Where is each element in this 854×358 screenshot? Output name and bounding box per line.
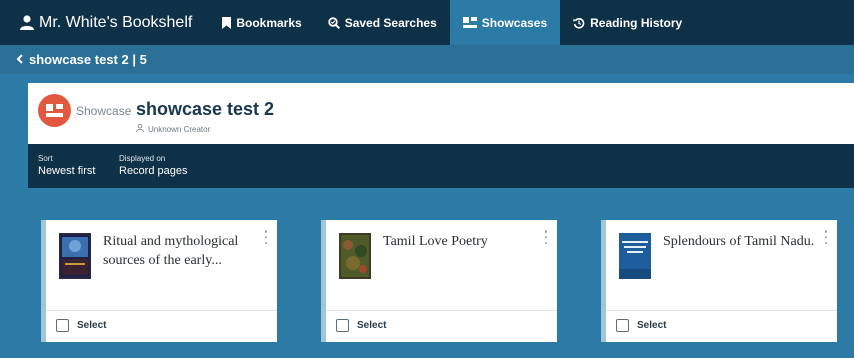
showcases-icon	[462, 17, 477, 28]
select-label: Select	[77, 320, 107, 331]
sort-value: Newest first	[38, 165, 96, 177]
page-title: showcase test 2	[136, 99, 275, 119]
select-control[interactable]: Select	[616, 319, 666, 332]
nav-saved-searches[interactable]: Saved Searches	[315, 0, 450, 45]
more-options-icon[interactable]	[544, 230, 548, 244]
card-title[interactable]: Splendours of Tamil Nadu.	[663, 232, 823, 251]
showcase-header: Showcase showcase test 2 Unknown Creator	[28, 83, 854, 144]
top-nav: Mr. White's Bookshelf Bookmarks Saved Se…	[0, 0, 854, 45]
card-divider	[606, 310, 837, 311]
nav-bookmarks-label: Bookmarks	[236, 15, 302, 30]
nav-saved-searches-label: Saved Searches	[344, 15, 437, 30]
nav-reading-history[interactable]: Reading History	[560, 0, 695, 45]
breadcrumb[interactable]: showcase test 2 | 5	[0, 45, 854, 74]
showcase-card[interactable]: Tamil Love Poetry Select	[321, 220, 557, 342]
history-icon	[573, 17, 585, 29]
book-cover-image[interactable]	[619, 233, 651, 279]
displayed-on-label: Displayed on	[119, 154, 166, 163]
breadcrumb-text: showcase test 2 | 5	[29, 52, 147, 67]
nav-showcases[interactable]: Showcases	[449, 0, 561, 45]
more-options-icon[interactable]	[824, 230, 828, 244]
card-title[interactable]: Tamil Love Poetry	[383, 232, 543, 251]
select-control[interactable]: Select	[56, 319, 106, 332]
showcase-card[interactable]: Ritual and mythological sources of the e…	[41, 220, 277, 342]
showcase-meta-bar: Sort Newest first Displayed on Record pa…	[28, 144, 854, 188]
select-label: Select	[357, 320, 387, 331]
saved-search-icon	[328, 16, 340, 29]
book-cover-image[interactable]	[59, 233, 91, 279]
nav-reading-history-label: Reading History	[590, 15, 683, 30]
nav-bookmarks[interactable]: Bookmarks	[209, 0, 314, 45]
showcase-type-label: Showcase	[76, 104, 132, 118]
account-menu[interactable]: Mr. White's Bookshelf	[0, 0, 209, 45]
select-checkbox[interactable]	[56, 319, 69, 332]
bookmark-icon	[222, 16, 232, 29]
chevron-left-icon	[16, 52, 23, 67]
sort-control[interactable]: Sort Newest first	[38, 154, 95, 177]
person-icon	[136, 124, 144, 134]
user-icon	[20, 15, 34, 30]
showcase-card[interactable]: Splendours of Tamil Nadu. Select	[601, 220, 837, 342]
select-checkbox[interactable]	[616, 319, 629, 332]
creator-name: Unknown Creator	[148, 124, 211, 134]
select-label: Select	[637, 320, 667, 331]
sort-label: Sort	[38, 154, 53, 163]
showcase-badge-icon	[38, 94, 71, 127]
select-control[interactable]: Select	[336, 319, 386, 332]
displayed-on-value: Record pages	[119, 165, 188, 177]
nav-showcases-label: Showcases	[481, 15, 548, 30]
creator-line: Unknown Creator	[136, 124, 210, 134]
book-cover-image[interactable]	[339, 233, 371, 279]
card-divider	[46, 310, 277, 311]
displayed-on-control[interactable]: Displayed on Record pages	[119, 154, 188, 177]
brand-label: Mr. White's Bookshelf	[39, 13, 193, 31]
card-title[interactable]: Ritual and mythological sources of the e…	[103, 232, 263, 270]
more-options-icon[interactable]	[264, 230, 268, 244]
card-divider	[326, 310, 557, 311]
select-checkbox[interactable]	[336, 319, 349, 332]
